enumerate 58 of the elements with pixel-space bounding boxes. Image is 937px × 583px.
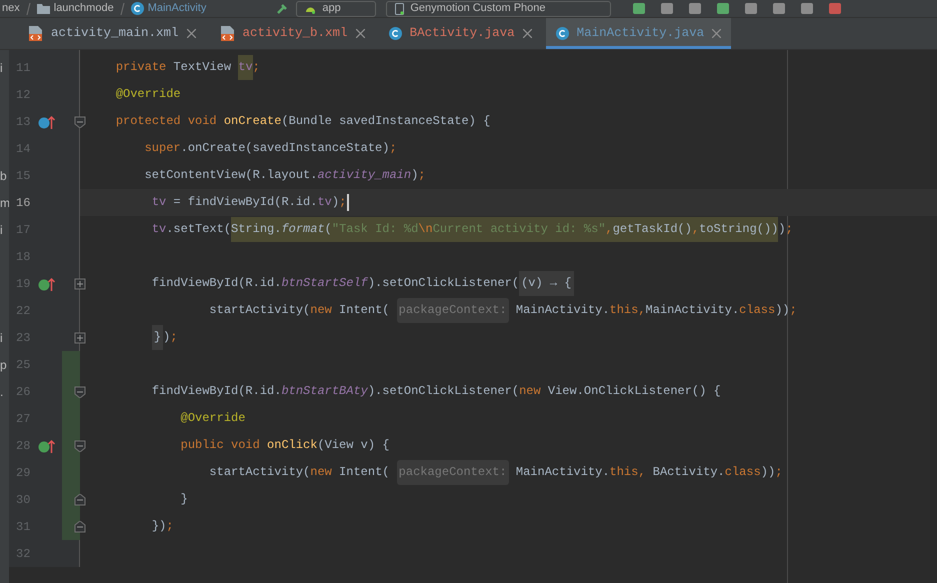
breadcrumb-separator-icon <box>26 2 31 14</box>
code-line: @Override <box>114 86 181 103</box>
project-panel-fragment: p <box>0 356 7 374</box>
xml-file-icon <box>28 26 43 41</box>
toolbar-icon[interactable] <box>745 3 758 14</box>
class-icon <box>130 2 144 15</box>
close-icon[interactable] <box>356 29 365 38</box>
project-panel-fragment: b <box>0 168 7 184</box>
breadcrumb-item[interactable]: launchmode <box>36 0 114 17</box>
project-panel-fragment: m <box>0 194 10 212</box>
code-line: tv = findViewById(R.id.tv); <box>87 190 350 215</box>
fold-icon[interactable] <box>74 520 86 532</box>
device-dropdown[interactable]: Genymotion Custom Phone <box>386 0 612 16</box>
close-icon[interactable] <box>712 29 722 38</box>
class-icon <box>388 27 402 40</box>
code-line: protected void onCreate(Bundle savedInstanceState) { <box>114 113 490 130</box>
code-line: startActivity(new Intent( packageContext: MainActivity.this, BActivity.class)); <box>87 460 782 485</box>
project-panel-fragment: i <box>0 60 3 76</box>
fold-icon[interactable] <box>74 440 86 452</box>
code-line: }); <box>150 518 174 535</box>
code-line: findViewById(R.id.btnStartSelf).setOnClickListener( (v) → { <box>87 271 574 296</box>
editor-tab[interactable]: activity_b.xml <box>210 18 375 49</box>
toolbar-icon[interactable] <box>801 3 814 14</box>
code-line: public void onClick(View v) { <box>180 437 390 454</box>
close-icon[interactable] <box>522 29 532 38</box>
fold-icon[interactable] <box>74 494 86 506</box>
expand-fold-icon[interactable] <box>74 278 86 290</box>
editor-tab[interactable]: BActivity.java <box>378 18 542 49</box>
code-line: } <box>180 491 188 508</box>
run-configuration-dropdown[interactable]: app <box>296 0 376 16</box>
code-line: @Override <box>180 410 246 427</box>
hammer-icon[interactable] <box>276 2 288 14</box>
breadcrumb-separator-icon <box>120 2 125 14</box>
breadcrumb-item[interactable]: nex <box>2 0 20 17</box>
project-panel-fragment: i <box>0 330 3 346</box>
code-line: findViewById(R.id.btnStartBAty).setOnClickListener(new View.OnClickListener() { <box>150 383 721 400</box>
close-icon[interactable] <box>186 29 196 38</box>
fold-icon[interactable] <box>74 116 86 128</box>
line-number: 16 <box>16 194 32 212</box>
toolbar-icon[interactable] <box>661 3 674 14</box>
code-line: setContentView(R.layout.activity_main); <box>144 167 426 184</box>
breadcrumb-item[interactable]: MainActivity <box>130 0 206 17</box>
project-panel-fragment: . <box>0 384 4 400</box>
code-line: super.onCreate(savedInstanceState); <box>144 140 397 157</box>
editor-tab[interactable]: activity_main.xml <box>18 18 206 49</box>
folder-icon <box>36 3 50 14</box>
code-line: private TextView tv; <box>87 55 260 80</box>
xml-file-icon <box>220 26 235 41</box>
code-line: startActivity(new Intent( packageContext: MainActivity.this,MainActivity.class)); <box>87 298 797 323</box>
fold-icon[interactable] <box>74 386 86 398</box>
code-line: tv.setText(String.format("Task Id: %d\nCurrent activity id: %s",getTaskId(),toString())); <box>87 217 793 242</box>
code-line: } ); <box>87 325 178 350</box>
project-panel-fragment: i <box>0 222 3 238</box>
class-icon <box>556 27 569 40</box>
phone-icon <box>395 2 404 14</box>
expand-fold-icon[interactable] <box>74 332 86 344</box>
stop-icon[interactable] <box>829 3 842 14</box>
toolbar-icon[interactable] <box>773 3 786 14</box>
